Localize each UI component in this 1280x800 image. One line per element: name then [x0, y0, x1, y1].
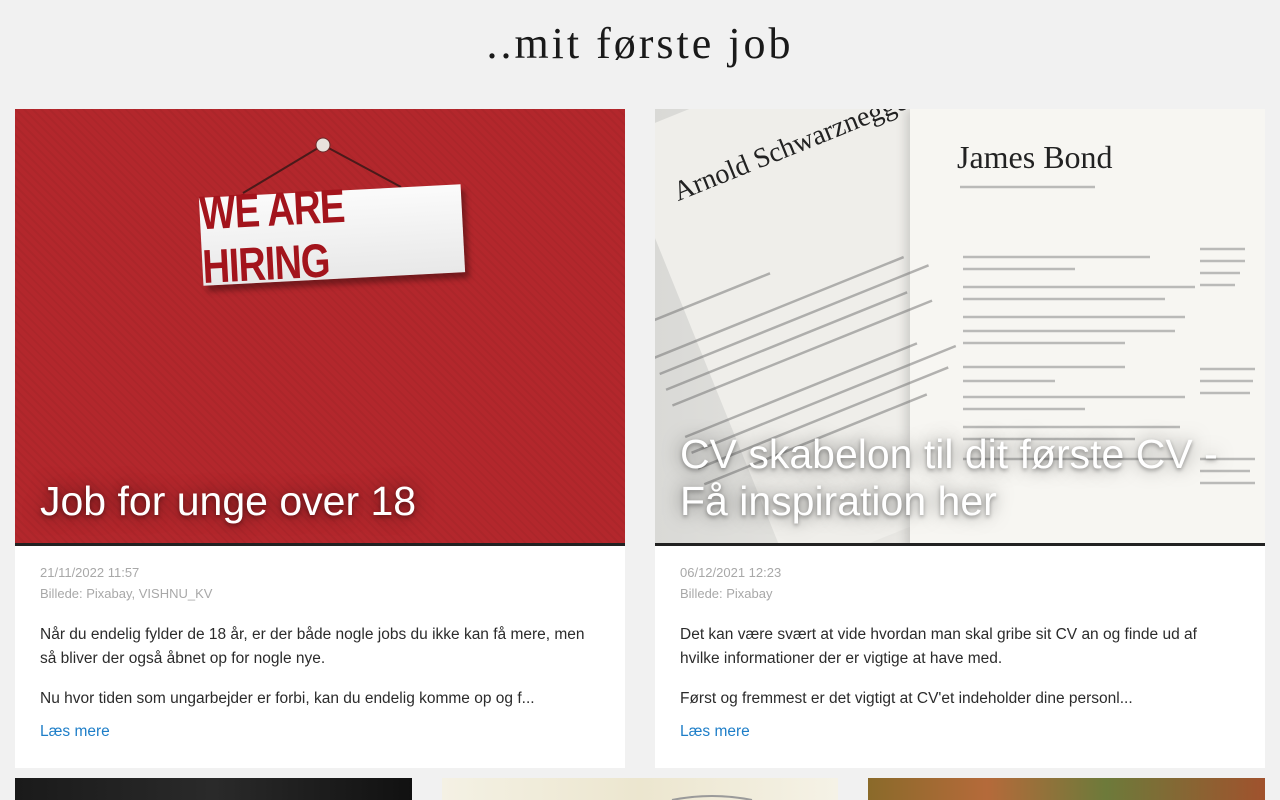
post-card-image-partial[interactable] — [868, 778, 1265, 800]
image-credit: Billede: Pixabay — [680, 586, 773, 601]
post-card: Arnold Schwarznegger James Bond CV skabe… — [655, 109, 1265, 768]
read-more-link[interactable]: Læs mere — [680, 723, 750, 741]
post-card: WE ARE HIRING Job for unge over 18 21/11… — [15, 109, 625, 768]
site-title[interactable]: ..mit første job — [0, 18, 1280, 69]
post-title[interactable]: CV skabelon til dit første CV - Få inspi… — [680, 431, 1240, 525]
post-meta: 21/11/2022 11:57 Billede: Pixabay, VISHN… — [40, 562, 212, 604]
excerpt-paragraph: Når du endelig fylder de 18 år, er der b… — [40, 626, 585, 667]
post-excerpt: Når du endelig fylder de 18 år, er der b… — [40, 623, 600, 727]
image-credit: Billede: Pixabay, VISHNU_KV — [40, 586, 213, 601]
post-meta: 06/12/2021 12:23 Billede: Pixabay — [680, 562, 781, 604]
post-date: 21/11/2022 11:57 — [40, 565, 140, 580]
post-excerpt: Det kan være svært at vide hvordan man s… — [680, 623, 1240, 727]
partial-image-detail — [671, 795, 753, 800]
read-more-link[interactable]: Læs mere — [40, 723, 110, 741]
post-title[interactable]: Job for unge over 18 — [40, 478, 600, 525]
excerpt-paragraph: Det kan være svært at vide hvordan man s… — [680, 626, 1197, 667]
hiring-sign: WE ARE HIRING — [198, 181, 466, 294]
excerpt-paragraph: Først og fremmest er det vigtigt at CV'e… — [680, 690, 1133, 707]
post-card-image-partial[interactable] — [442, 778, 838, 800]
post-image[interactable]: Arnold Schwarznegger James Bond CV skabe… — [655, 109, 1265, 546]
hiring-sign-text: WE ARE HIRING — [198, 180, 346, 295]
post-date: 06/12/2021 12:23 — [680, 565, 782, 580]
excerpt-paragraph: Nu hvor tiden som ungarbejder er forbi, … — [40, 690, 535, 707]
post-image[interactable]: WE ARE HIRING Job for unge over 18 — [15, 109, 625, 546]
post-card-image-partial[interactable] — [15, 778, 412, 800]
